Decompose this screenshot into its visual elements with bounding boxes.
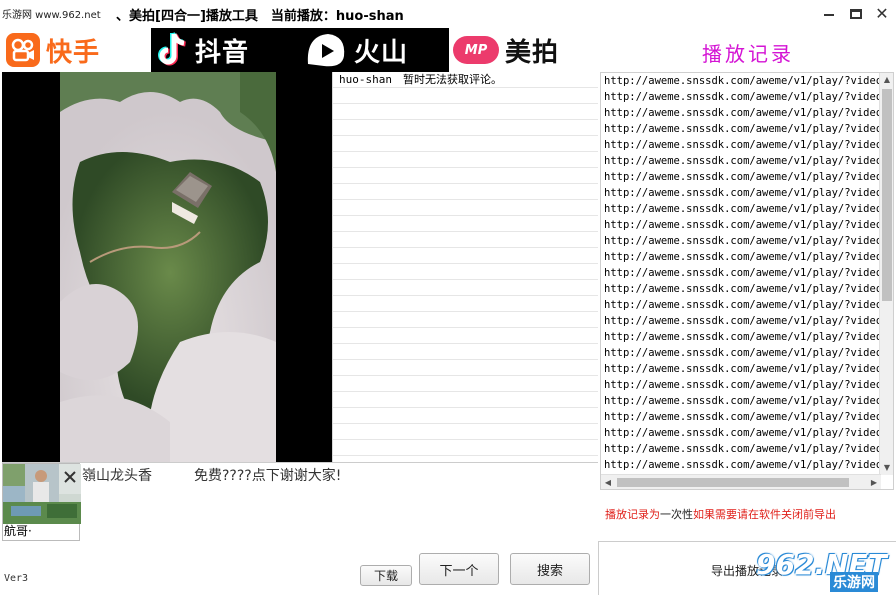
comment-row [333, 232, 598, 248]
tab-meipai-label: 美拍 [505, 37, 560, 68]
watermark-sub-text: 乐游网 [830, 572, 878, 592]
history-url-item[interactable]: http://aweme.snssdk.com/aweme/v1/play/?v… [601, 393, 879, 409]
comment-row [333, 184, 598, 200]
tab-huoshan-label: 火山 [354, 37, 409, 68]
comment-row [333, 392, 598, 408]
history-url-item[interactable]: http://aweme.snssdk.com/aweme/v1/play/?v… [601, 297, 879, 313]
history-url-item[interactable]: http://aweme.snssdk.com/aweme/v1/play/?v… [601, 137, 879, 153]
next-button[interactable]: 下一个 [419, 553, 499, 585]
comment-row [333, 280, 598, 296]
comment-row [333, 360, 598, 376]
minimize-icon [824, 14, 834, 16]
history-url-item[interactable]: http://aweme.snssdk.com/aweme/v1/play/?v… [601, 217, 879, 233]
history-url-item[interactable]: http://aweme.snssdk.com/aweme/v1/play/?v… [601, 313, 879, 329]
history-horizontal-scrollbar[interactable]: ◀ ▶ [601, 474, 881, 489]
huoshan-logo-icon [304, 30, 348, 70]
history-url-item[interactable]: http://aweme.snssdk.com/aweme/v1/play/?v… [601, 169, 879, 185]
comment-row [333, 248, 598, 264]
comment-row [333, 328, 598, 344]
comment-row [333, 152, 598, 168]
meipai-logo-icon: MP [453, 36, 499, 64]
download-button[interactable]: 下载 [360, 565, 412, 586]
tab-douyin-label: 抖音 [195, 37, 250, 68]
comment-row [333, 168, 598, 184]
history-url-item[interactable]: http://aweme.snssdk.com/aweme/v1/play/?v… [601, 121, 879, 137]
tab-douyin[interactable]: 抖音 [151, 28, 300, 72]
comment-row [333, 136, 598, 152]
minimize-button[interactable] [818, 4, 840, 24]
notice-part: 一次性 [660, 508, 693, 521]
history-url-item[interactable]: http://aweme.snssdk.com/aweme/v1/play/?v… [601, 185, 879, 201]
author-name: 航哥· [4, 524, 32, 538]
comment-row: huo-shan 暂时无法获取评论。 [333, 72, 598, 88]
history-title: 播放记录 [702, 42, 794, 66]
comment-row [333, 120, 598, 136]
history-url-item[interactable]: http://aweme.snssdk.com/aweme/v1/play/?v… [601, 73, 879, 89]
maximize-button[interactable] [845, 4, 867, 24]
history-url-item[interactable]: http://aweme.snssdk.com/aweme/v1/play/?v… [601, 153, 879, 169]
scrollbar-thumb[interactable] [882, 89, 892, 301]
comments-list[interactable]: huo-shan 暂时无法获取评论。 [332, 72, 598, 462]
history-url-item[interactable]: http://aweme.snssdk.com/aweme/v1/play/?v… [601, 233, 879, 249]
tab-huoshan[interactable]: 火山 [300, 28, 449, 72]
comment-row [333, 344, 598, 360]
close-button[interactable]: ✕ [871, 4, 893, 24]
comment-row [333, 424, 598, 440]
comment-row [333, 200, 598, 216]
site-watermark-logo: 962.NET 乐游网 [756, 548, 894, 592]
history-url-item[interactable]: http://aweme.snssdk.com/aweme/v1/play/?v… [601, 105, 879, 121]
author-avatar[interactable]: 航哥· [2, 463, 81, 541]
history-url-item[interactable]: http://aweme.snssdk.com/aweme/v1/play/?v… [601, 345, 879, 361]
history-url-item[interactable]: http://aweme.snssdk.com/aweme/v1/play/?v… [601, 89, 879, 105]
history-url-item[interactable]: http://aweme.snssdk.com/aweme/v1/play/?v… [601, 409, 879, 425]
scroll-right-icon[interactable]: ▶ [867, 475, 881, 489]
tab-meipai[interactable]: MP 美拍 [449, 28, 598, 72]
tab-kuaishou-label: 快手 [46, 37, 101, 68]
history-url-item[interactable]: http://aweme.snssdk.com/aweme/v1/play/?v… [601, 377, 879, 393]
window-title: 、美拍[四合一]播放工具 当前播放：huo-shan [116, 9, 404, 24]
video-frame [60, 72, 276, 462]
history-url-item[interactable]: http://aweme.snssdk.com/aweme/v1/play/?v… [601, 249, 879, 265]
history-url-item[interactable]: http://aweme.snssdk.com/aweme/v1/play/?v… [601, 441, 879, 457]
douyin-logo-icon [155, 32, 189, 67]
kuaishou-logo-icon [6, 33, 40, 67]
comment-row [333, 440, 598, 456]
history-url-item[interactable]: http://aweme.snssdk.com/aweme/v1/play/?v… [601, 201, 879, 217]
platform-tabs: 快手 抖音 火山 MP 美拍 [2, 28, 598, 72]
version-label: Ver3 [4, 573, 29, 584]
scroll-up-icon[interactable]: ▲ [880, 73, 893, 87]
history-url-item[interactable]: http://aweme.snssdk.com/aweme/v1/play/?v… [601, 281, 879, 297]
scrollbar-thumb[interactable] [617, 478, 849, 487]
author-thumbnail-image [3, 464, 81, 524]
comment-row [333, 376, 598, 392]
scroll-left-icon[interactable]: ◀ [601, 475, 615, 489]
history-url-item[interactable]: http://aweme.snssdk.com/aweme/v1/play/?v… [601, 425, 879, 441]
comment-row [333, 216, 598, 232]
history-url-item[interactable]: http://aweme.snssdk.com/aweme/v1/play/?v… [601, 457, 879, 473]
scroll-down-icon[interactable]: ▼ [880, 461, 893, 475]
history-list[interactable]: http://aweme.snssdk.com/aweme/v1/play/?v… [600, 72, 894, 490]
history-notice: 播放记录为一次性如果需要请在软件关闭前导出 [600, 506, 896, 522]
comment-row [333, 312, 598, 328]
comment-row [333, 264, 598, 280]
title-bar: 乐游网 www.962.net 、美拍[四合一]播放工具 当前播放：huo-sh… [0, 0, 896, 28]
notice-part: 如果需要请在软件关闭前导出 [693, 508, 836, 521]
comment-row [333, 408, 598, 424]
site-watermark-top: 乐游网 www.962.net [2, 10, 101, 21]
video-info-panel: 航哥· 嶺山龙头香 免费????点下谢谢大家! [2, 462, 598, 541]
history-url-item[interactable]: http://aweme.snssdk.com/aweme/v1/play/?v… [601, 265, 879, 281]
comment-row [333, 296, 598, 312]
notice-part: 播放记录为 [605, 508, 660, 521]
search-button[interactable]: 搜索 [510, 553, 590, 585]
comment-row [333, 88, 598, 104]
history-url-item[interactable]: http://aweme.snssdk.com/aweme/v1/play/?v… [601, 329, 879, 345]
maximize-icon [850, 9, 862, 19]
history-vertical-scrollbar[interactable]: ▲ ▼ [879, 73, 893, 475]
tab-kuaishou[interactable]: 快手 [2, 28, 151, 72]
video-player[interactable] [2, 72, 332, 462]
history-url-item[interactable]: http://aweme.snssdk.com/aweme/v1/play/?v… [601, 361, 879, 377]
video-description: 嶺山龙头香 免费????点下谢谢大家! [82, 468, 342, 484]
comment-row [333, 104, 598, 120]
